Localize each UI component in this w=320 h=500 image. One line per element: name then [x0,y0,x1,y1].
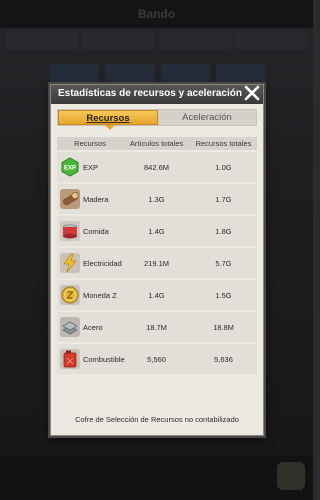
steel-icon [60,317,80,337]
dialog-title: Estadísticas de recursos y aceleración [58,88,242,99]
tab-aceleracion[interactable]: Aceleración [158,110,256,125]
table-row: Electricidad 219.1M 5.7G [57,248,257,278]
wood-icon [60,189,80,209]
resource-name: Comida [83,226,109,236]
items-total-value: 219.1M [143,258,170,268]
close-button[interactable] [242,83,262,103]
column-header-resources: Recursos [74,139,106,148]
resource-name: EXP [83,162,99,172]
svg-text:EXP: EXP [64,166,76,172]
fuel-icon [60,349,80,369]
resource-stats-dialog: Estadísticas de recursos y aceleración R… [50,84,264,436]
resources-total-value: 1.0G [215,162,232,172]
items-total-value: 1.4G [148,290,165,300]
footer-note: Cofre de Selección de Recursos no contab… [75,415,239,424]
z-coin-icon [60,285,80,305]
resources-total-value: 1.7G [215,194,232,204]
resource-name: Acero [83,322,103,332]
items-total-value: 18.7M [146,322,167,332]
food-icon [60,221,80,241]
resource-name: Combustible [83,354,125,364]
resource-name: Electricidad [83,258,122,268]
items-total-value: 1.4G [148,226,165,236]
resources-total-value: 1.5G [215,290,232,300]
resource-name: Moneda Z [83,290,117,300]
resources-total-value: 5.7G [215,258,232,268]
dialog-header: Estadísticas de recursos y aceleración [51,85,263,104]
table-row: Moneda Z 1.4G 1.5G [57,280,257,310]
table-row: Comida 1.4G 1.8G [57,216,257,246]
exp-icon: EXP [60,157,80,177]
items-total-value: 842.6M [143,162,170,172]
table-row: EXP EXP 842.6M 1.0G [57,152,257,182]
resources-total-value: 5,636 [214,354,233,364]
table-header: Recursos Artículos totales Recursos tota… [57,137,257,150]
tab-bar: Recursos Aceleración [57,109,257,126]
close-icon [244,85,260,101]
column-header-resources-total: Recursos totales [195,139,252,148]
resource-name: Madera [83,194,109,204]
electricity-icon [60,253,80,273]
table-row: Acero 18.7M 18.8M [57,312,257,342]
table-row: Combustible 5,560 5,636 [57,344,257,374]
resources-total-value: 18.8M [213,322,234,332]
items-total-value: 1.3G [148,194,165,204]
tab-recursos[interactable]: Recursos [58,110,158,125]
items-total-value: 5,560 [147,354,166,364]
table-row: Madera 1.3G 1.7G [57,184,257,214]
column-header-items-total: Artículos totales [129,139,184,148]
active-tab-indicator [105,125,115,130]
resources-total-value: 1.8G [215,226,232,236]
resources-table: Recursos Artículos totales Recursos tota… [57,137,257,374]
